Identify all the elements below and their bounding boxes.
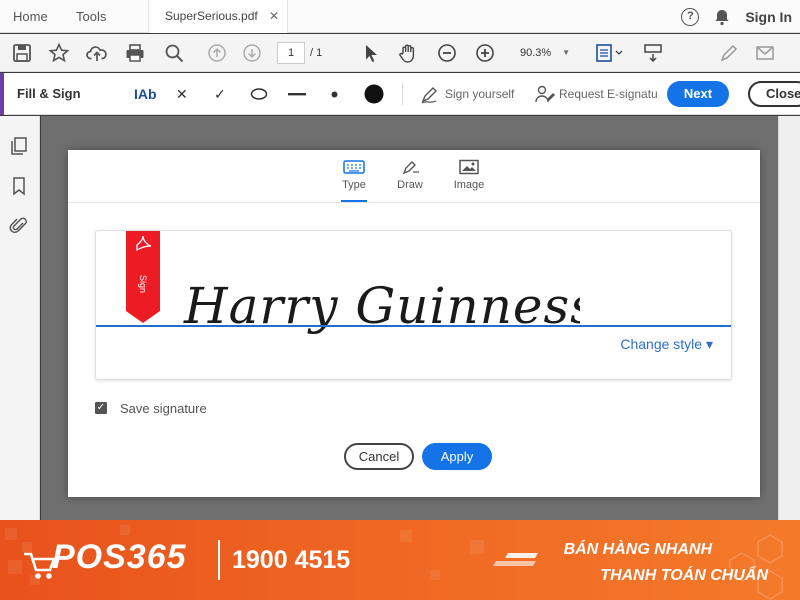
keyboard-icon — [343, 160, 365, 174]
promo-banner: POS365 1900 4515 BÁN HÀNG NHANH THANH TO… — [0, 520, 800, 600]
check-mark-tool[interactable]: ✓ — [214, 73, 226, 115]
fill-sign-title: Fill & Sign — [17, 86, 81, 101]
left-navigation-rail — [0, 116, 40, 520]
close-button[interactable]: Close — [748, 81, 800, 107]
close-tab-icon[interactable]: ✕ — [269, 0, 279, 33]
document-tab-label: SuperSerious.pdf — [165, 9, 258, 23]
slogan-line-2: THANH TOÁN CHUẨN — [600, 567, 768, 584]
cross-mark-tool[interactable]: ✕ — [176, 73, 188, 115]
slogan-line-1: BÁN HÀNG NHANH — [563, 541, 712, 558]
tab-draw-label: Draw — [397, 179, 423, 191]
print-icon[interactable] — [124, 42, 146, 64]
dot-tool-icon[interactable] — [331, 91, 338, 98]
sign-ribbon-icon: Sign — [126, 231, 160, 323]
edit-icon[interactable] — [718, 42, 740, 64]
right-scrollbar[interactable] — [778, 116, 800, 520]
next-button[interactable]: Next — [667, 81, 729, 107]
request-esign-icon[interactable] — [534, 84, 556, 104]
main-toolbar: 1 / 1 90.3% ▼ — [0, 34, 800, 72]
banner-divider — [218, 540, 220, 580]
ribbon-label: Sign — [138, 275, 148, 293]
fit-page-icon[interactable] — [594, 42, 624, 64]
star-icon[interactable] — [48, 42, 70, 64]
color-picker-icon[interactable] — [364, 84, 384, 104]
save-signature-label: Save signature — [120, 400, 207, 416]
signature-preview-box[interactable]: Sign Harry Guinness Change style ▾ — [95, 230, 732, 380]
zoom-in-icon[interactable] — [474, 42, 496, 64]
tab-home[interactable]: Home — [13, 0, 48, 33]
page-number-input[interactable]: 1 — [277, 42, 305, 64]
save-icon[interactable] — [11, 42, 33, 64]
upload-icon[interactable] — [86, 42, 108, 64]
ellipse-tool-icon[interactable] — [250, 88, 268, 100]
toolbar-divider — [402, 83, 403, 105]
tab-image-label: Image — [453, 179, 485, 191]
save-signature-row[interactable]: ✓ Save signature — [95, 400, 207, 416]
line-tool-icon[interactable] — [288, 93, 306, 96]
active-tab-indicator — [341, 200, 367, 202]
fill-sign-bar: Fill & Sign IAb ✕ ✓ Sign yourself Reques… — [0, 73, 800, 115]
tab-tools[interactable]: Tools — [76, 0, 106, 33]
mail-icon[interactable] — [754, 42, 776, 64]
tab-draw[interactable]: Draw — [385, 159, 435, 191]
signature-dialog: Type Draw Image Sign Harry Guinness Chan… — [68, 150, 760, 497]
bell-icon[interactable] — [713, 8, 731, 26]
page-total: / 1 — [310, 47, 323, 59]
prev-page-icon[interactable] — [206, 42, 228, 64]
tab-image[interactable]: Image — [444, 159, 494, 191]
zoom-value: 90.3% — [520, 47, 552, 59]
save-signature-checkbox[interactable]: ✓ — [95, 402, 107, 414]
pointer-icon[interactable] — [360, 42, 382, 64]
tab-bar: Home Tools SuperSerious.pdf ✕ ? Sign In — [0, 0, 800, 33]
cancel-button[interactable]: Cancel — [344, 443, 414, 470]
zoom-select[interactable]: 90.3% ▼ — [510, 42, 574, 64]
add-text-tool[interactable]: IAb — [134, 73, 157, 115]
scroll-mode-icon[interactable] — [642, 42, 664, 64]
zoom-out-icon[interactable] — [436, 42, 458, 64]
hotline-number[interactable]: 1900 4515 — [232, 546, 350, 575]
request-esign-button[interactable]: Request E-signatu — [559, 73, 658, 115]
signature-drawing: Harry Guinness — [183, 277, 580, 335]
tab-type[interactable]: Type — [329, 159, 379, 202]
attachment-icon[interactable] — [9, 216, 29, 236]
next-page-icon[interactable] — [241, 42, 263, 64]
hand-icon[interactable] — [397, 42, 419, 64]
pages-icon[interactable] — [9, 136, 29, 156]
tab-bar-right: ? Sign In — [681, 0, 800, 33]
fill-sign-accent — [0, 73, 4, 115]
change-style-dropdown[interactable]: Change style ▾ — [620, 336, 713, 353]
help-icon[interactable]: ? — [681, 7, 700, 26]
bookmark-icon[interactable] — [9, 176, 29, 196]
pen-icon — [402, 161, 419, 175]
sign-in-link[interactable]: Sign In — [745, 9, 792, 25]
signature-method-tabs: Type Draw Image — [68, 150, 760, 203]
signature-baseline — [96, 325, 731, 327]
search-icon[interactable] — [163, 42, 185, 64]
image-icon — [459, 159, 479, 175]
tab-type-label: Type — [342, 179, 366, 191]
sign-yourself-button[interactable]: Sign yourself — [445, 73, 514, 115]
tab-document[interactable]: SuperSerious.pdf ✕ — [148, 0, 288, 33]
brand-logo: POS365 — [52, 538, 187, 576]
sign-pen-icon[interactable] — [420, 84, 440, 104]
chevron-down-icon: ▼ — [562, 48, 570, 57]
apply-button[interactable]: Apply — [422, 443, 492, 470]
